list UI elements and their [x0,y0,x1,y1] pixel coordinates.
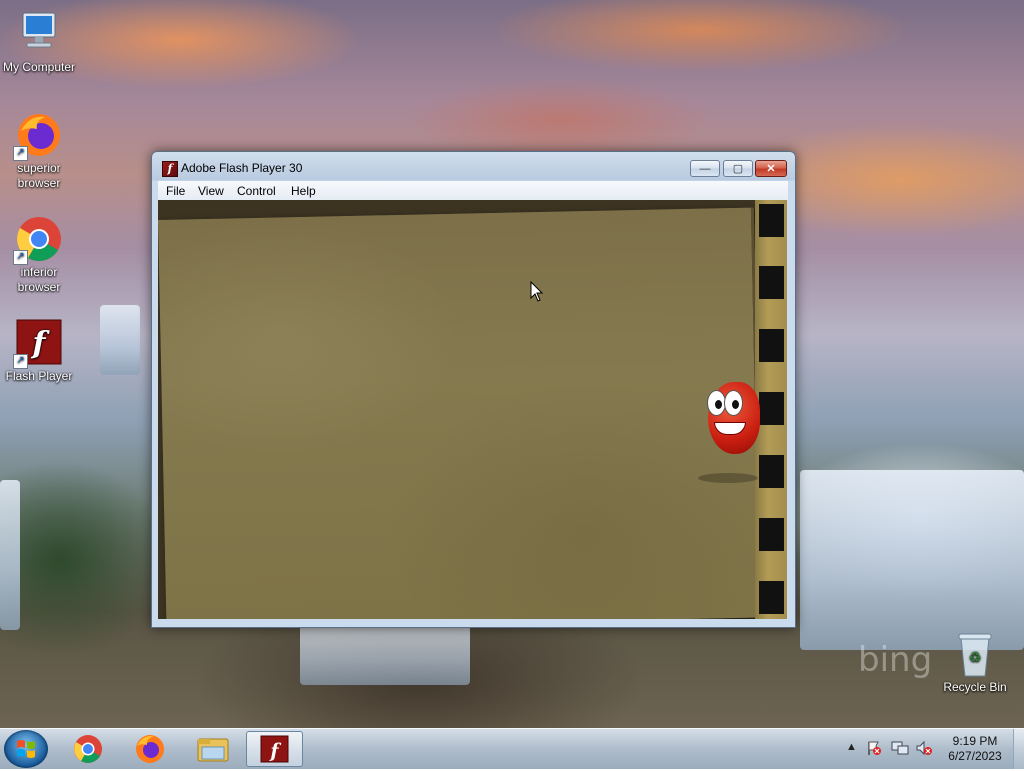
film-hole [759,204,784,237]
tomato-eye [724,390,743,416]
waterfall [100,305,140,375]
taskbar-firefox-button[interactable] [122,731,179,767]
film-hole [759,518,784,551]
menu-file[interactable]: File [164,184,187,198]
flash-player-icon: f ↗ [13,319,63,369]
desktop-icon-my-computer[interactable]: My Computer [0,10,78,75]
windows-logo-icon [17,740,35,758]
menu-view[interactable]: View [196,184,226,198]
flash-player-icon: f [260,735,289,763]
desktop-icon-flash-player[interactable]: f ↗ Flash Player [0,319,78,384]
tomato-character [707,376,760,456]
film-hole [759,581,784,614]
shortcut-arrow-icon: ↗ [13,250,28,265]
desktop-icon-inferior-browser[interactable]: ↗ inferior browser [0,215,78,295]
shortcut-arrow-icon: ↗ [13,146,28,161]
clock-time: 9:19 PM [952,734,998,748]
film-hole [759,392,784,425]
flash-player-window[interactable]: f Adobe Flash Player 30 — ▢ ✕ File View … [151,151,796,628]
close-button[interactable]: ✕ [755,160,787,177]
desktop-icon-label: Recycle Bin [943,680,1007,694]
desktop-icon-superior-browser[interactable]: ↗ superior browser [0,111,78,191]
recycle-bin-icon: ♻ [951,630,999,678]
start-button[interactable] [4,730,48,768]
paper-background [158,207,763,619]
firefox-icon: ↗ [13,111,63,161]
show-desktop-button[interactable] [1013,729,1024,769]
waterfall [800,470,1024,650]
mouse-cursor-icon [530,281,544,302]
menu-help[interactable]: Help [289,184,318,198]
maximize-icon: ▢ [732,163,744,175]
chrome-icon: ↗ [13,215,63,265]
minimize-button[interactable]: — [690,160,720,177]
desktop-icon-label: My Computer [2,60,76,74]
window-title: Adobe Flash Player 30 [181,161,303,175]
taskbar-chrome-button[interactable] [60,731,117,767]
minimize-icon: — [699,163,711,175]
desktop-icon-label: superior browser [17,161,61,190]
close-icon: ✕ [766,163,776,175]
waterfall [300,625,470,685]
tomato-shadow [698,473,758,483]
desktop-icon-recycle-bin[interactable]: ♻ Recycle Bin [936,630,1014,695]
file-explorer-icon [197,738,229,762]
network-icon[interactable] [891,740,909,756]
show-hidden-icons-icon[interactable]: ▲ [846,741,857,753]
svg-text:♻: ♻ [969,649,982,665]
desktop-icon-label: Flash Player [5,369,73,383]
action-center-flag-icon[interactable] [866,740,882,756]
chrome-icon [74,735,102,763]
film-hole [759,455,784,488]
film-hole [759,329,784,362]
menu-control[interactable]: Control [235,184,278,198]
taskbar: f ▲ 9:19 PM 6/27/2023 [0,728,1024,769]
flash-player-icon: f [162,161,178,177]
system-clock[interactable]: 9:19 PM 6/27/2023 [940,734,1010,764]
my-computer-icon [15,10,63,58]
firefox-icon [136,735,164,763]
waterfall [0,480,20,630]
title-bar[interactable]: f Adobe Flash Player 30 — ▢ ✕ [152,152,795,182]
volume-muted-icon[interactable] [915,740,933,756]
menu-bar: File View Control Help [158,181,788,200]
bing-watermark: bing [858,640,933,680]
taskbar-file-explorer-button[interactable] [184,731,241,767]
clock-date: 6/27/2023 [948,749,1002,763]
desktop-icon-label: inferior browser [17,265,61,294]
film-hole [759,266,784,299]
maximize-button[interactable]: ▢ [723,160,753,177]
flash-content-area[interactable] [158,200,787,619]
shortcut-arrow-icon: ↗ [13,354,28,369]
taskbar-flash-player-button[interactable]: f [246,731,303,767]
